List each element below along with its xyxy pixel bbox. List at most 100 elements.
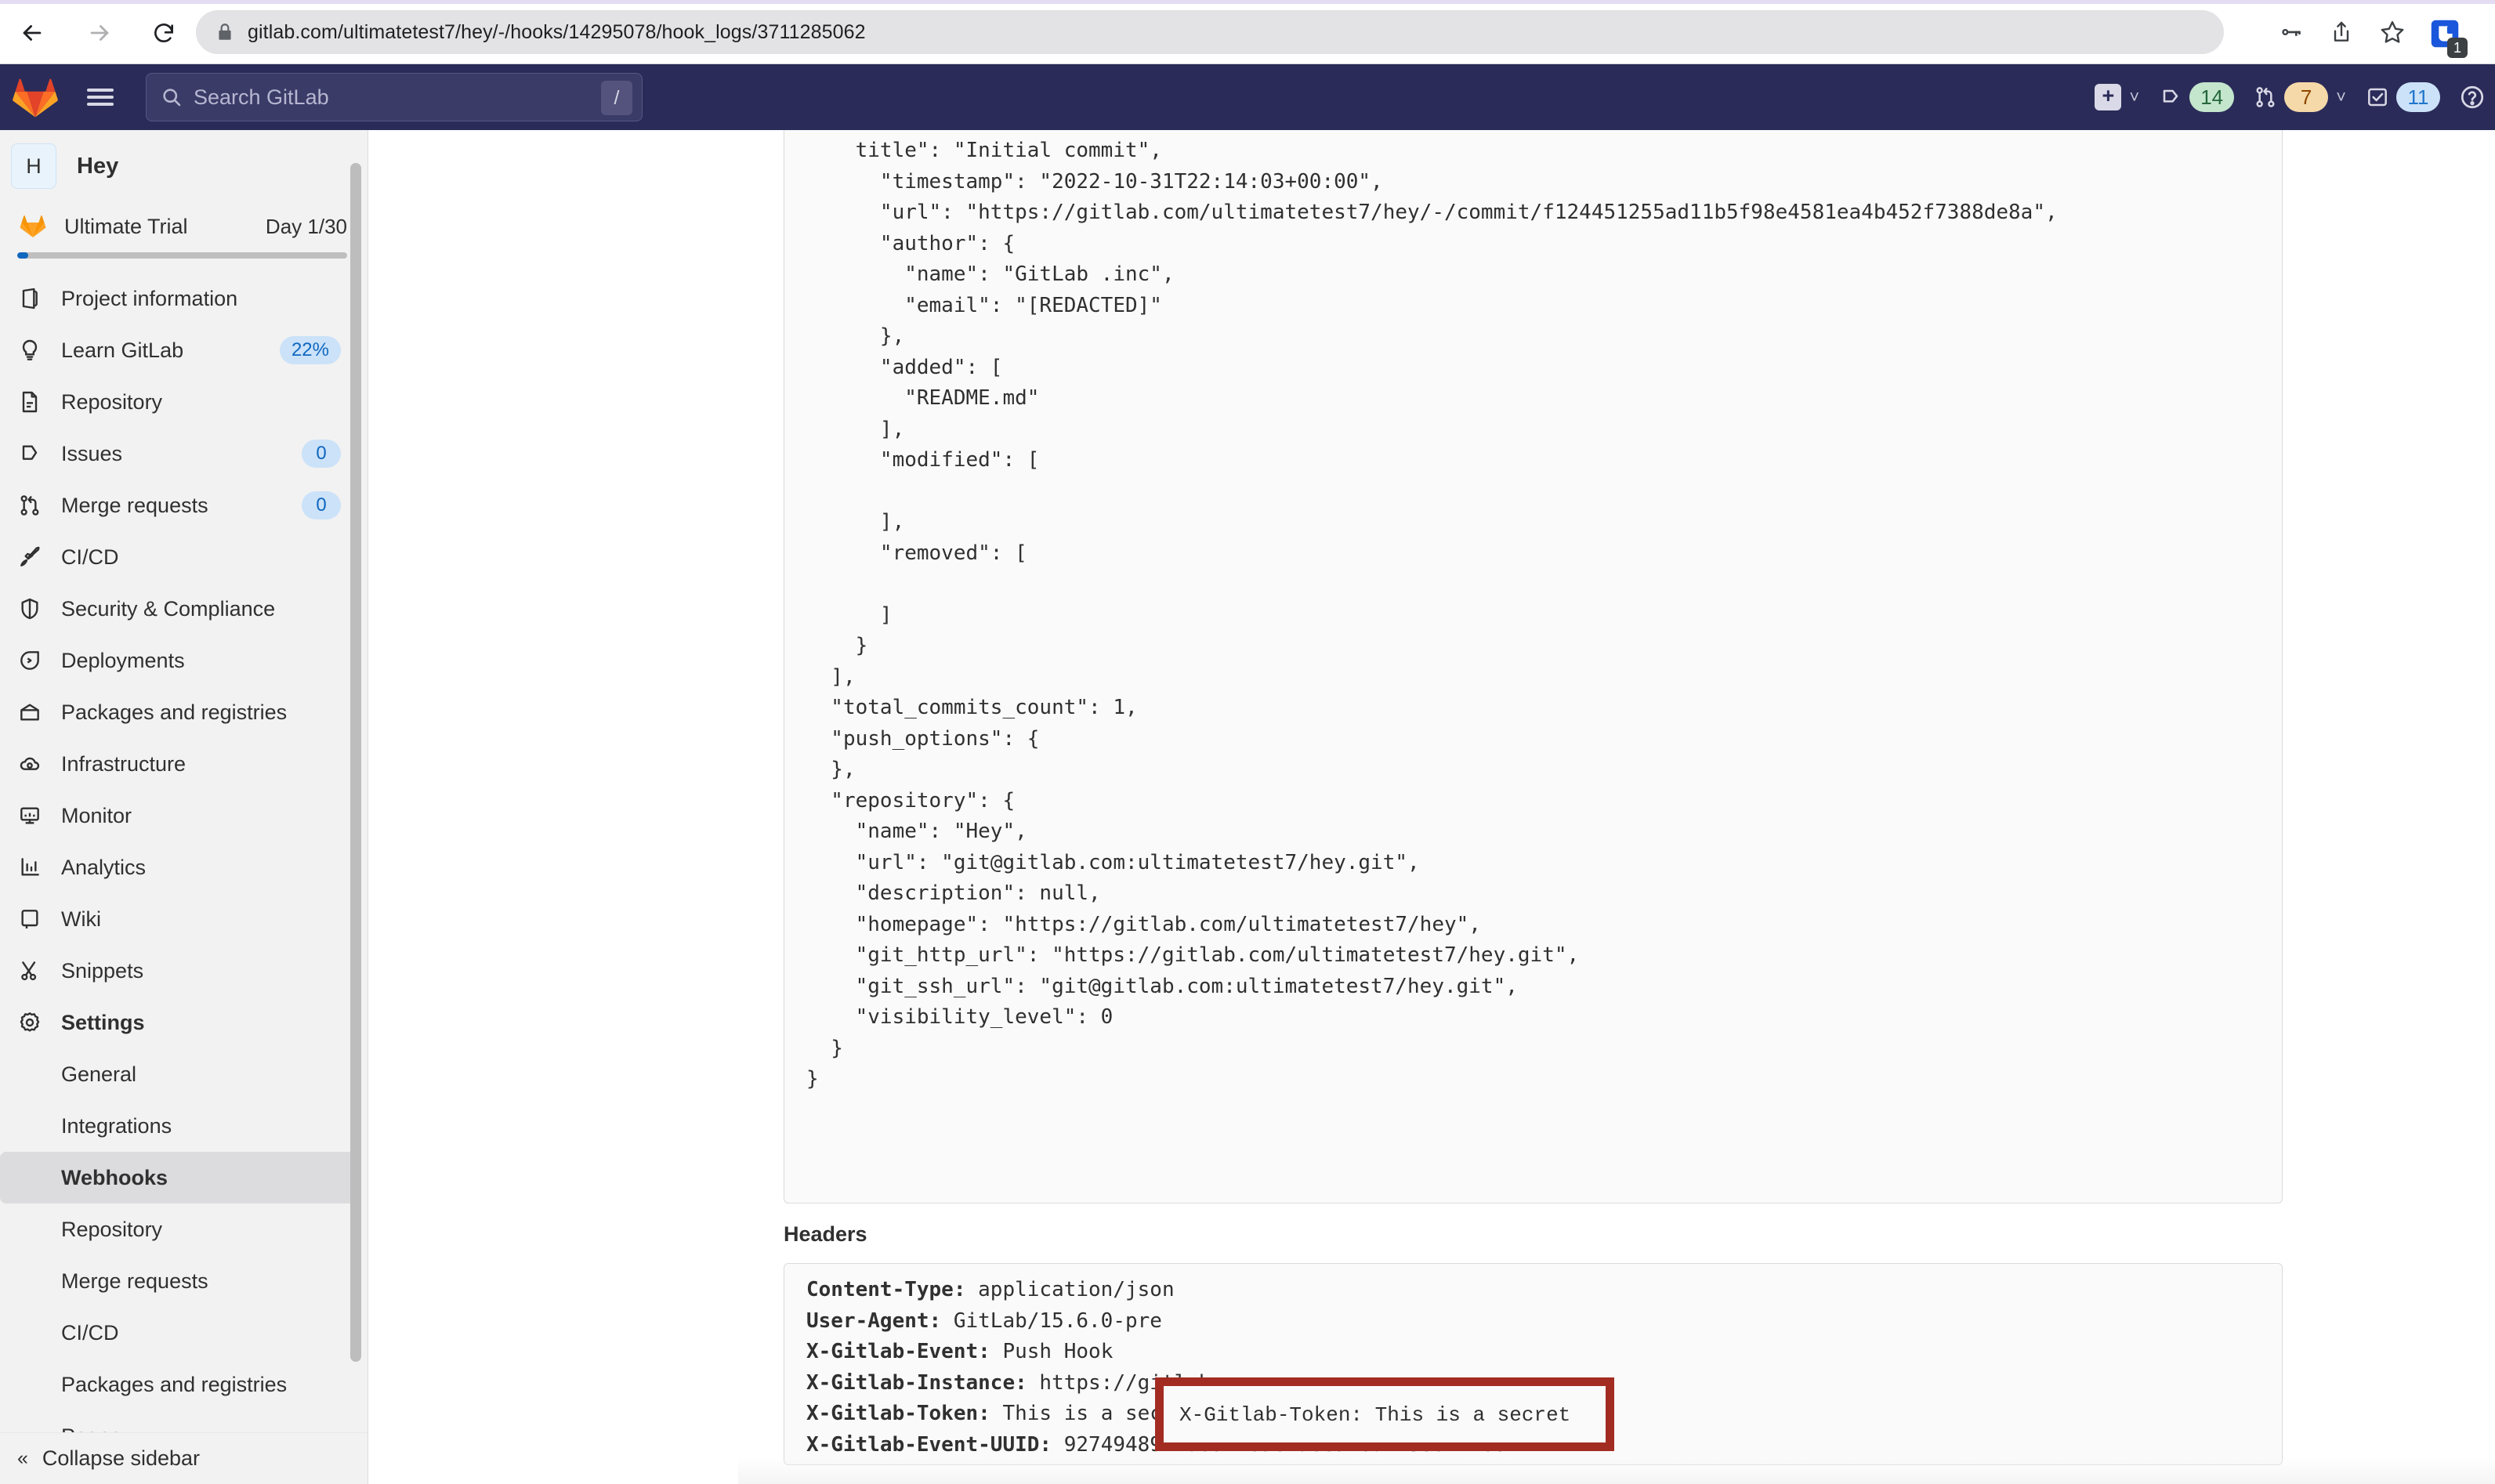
sidebar-subitem-label: Integrations [61, 1113, 172, 1138]
sidebar-subitem-packages-and-registries[interactable]: Packages and registries [0, 1359, 361, 1410]
share-icon[interactable] [2319, 10, 2363, 54]
lock-icon [215, 22, 235, 42]
gear-icon [17, 1010, 50, 1035]
sidebar-subitem-label: CI/CD [61, 1320, 119, 1345]
sidebar-scrollbar-thumb[interactable] [350, 163, 361, 1362]
help-icon [2461, 85, 2484, 109]
extension-badge: 1 [2447, 38, 2468, 58]
project-avatar: H [11, 143, 56, 189]
search-shortcut-key: / [601, 81, 632, 115]
collapse-sidebar-button[interactable]: « Collapse sidebar [0, 1432, 368, 1484]
merge-requests-count-badge: 0 [302, 491, 341, 519]
trial-progress-fill [17, 252, 28, 259]
sidebar-item-label: Packages and registries [61, 700, 288, 724]
address-bar[interactable]: gitlab.com/ultimatetest7/hey/-/hooks/142… [196, 10, 2224, 54]
help-button[interactable] [2450, 64, 2495, 130]
reload-icon [154, 24, 173, 43]
header-key: Content-Type: [806, 1278, 966, 1301]
sidebar-item-monitor[interactable]: Monitor [0, 790, 361, 842]
tabstrip-edge [0, 0, 2495, 4]
search-placeholder: Search GitLab [194, 85, 329, 109]
sidebar-item-repository[interactable]: Repository [0, 376, 361, 428]
sidebar-item-snippets[interactable]: Snippets [0, 945, 361, 997]
issues-count-badge: 14 [2189, 82, 2235, 112]
browser-extension-icon[interactable]: 1 [2427, 16, 2468, 58]
request-body-card: title": "Initial commit", "timestamp": "… [784, 130, 2283, 1203]
search-icon [161, 86, 183, 108]
trial-day-counter: Day 1/30 [265, 214, 347, 238]
sidebar-item-wiki[interactable]: Wiki [0, 893, 361, 945]
trial-label: Ultimate Trial [64, 214, 188, 238]
merge-requests-button[interactable]: 7 ˅ [2243, 64, 2356, 130]
search-input[interactable]: Search GitLab / [146, 73, 643, 121]
todo-check-icon [2368, 88, 2387, 107]
sidebar-item-settings[interactable]: Settings [0, 997, 361, 1048]
back-button[interactable] [11, 13, 53, 53]
header-key: User-Agent: [806, 1308, 942, 1333]
sidebar-item-project-information[interactable]: Project information [0, 273, 361, 324]
gitlab-logo-icon[interactable] [13, 74, 58, 120]
chart-icon [17, 855, 50, 880]
reload-button[interactable] [143, 13, 185, 53]
deployments-icon [17, 648, 50, 673]
sidebar-subitem-merge-requests[interactable]: Merge requests [0, 1255, 361, 1307]
forward-button[interactable] [78, 13, 121, 53]
sidebar-item-deployments[interactable]: Deployments [0, 635, 361, 686]
sidebar-item-label: Merge requests [61, 493, 208, 517]
sidebar-item-label: Snippets [61, 958, 144, 983]
todos-button[interactable]: 11 [2356, 64, 2450, 130]
sidebar-item-analytics[interactable]: Analytics [0, 842, 361, 893]
sidebar-item-packages-and-registries[interactable]: Packages and registries [0, 686, 361, 738]
sidebar-item-label: CI/CD [61, 545, 119, 569]
sidebar-item-learn-gitlab[interactable]: Learn GitLab 22% [0, 324, 361, 376]
sidebar-subitem-repository[interactable]: Repository [0, 1203, 361, 1255]
sidebar-item-merge-requests[interactable]: Merge requests 0 [0, 480, 361, 531]
collapse-sidebar-label: Collapse sidebar [42, 1446, 201, 1470]
sidebar-subitem-general[interactable]: General [0, 1048, 361, 1100]
header-key: X-Gitlab-Event: [806, 1340, 990, 1363]
page-bottom-band [738, 1457, 2495, 1484]
trial-tanuki-icon [17, 212, 49, 241]
sidebar-item-label: Infrastructure [61, 751, 186, 776]
project-name: Hey [77, 153, 119, 179]
trial-progress-bar [17, 252, 347, 259]
header-key: X-Gitlab-Event-UUID: [806, 1432, 1052, 1457]
plus-icon: + [2095, 84, 2122, 110]
todos-count-badge: 11 [2396, 82, 2440, 112]
trial-status[interactable]: Ultimate Trial Day 1/30 [0, 202, 368, 251]
browser-chrome: gitlab.com/ultimatetest7/hey/-/hooks/142… [0, 0, 2495, 64]
headers-section-title: Headers [784, 1222, 867, 1246]
sidebar-subitem-label: Repository [61, 1217, 163, 1241]
sidebar-subitem-cicd[interactable]: CI/CD [0, 1307, 361, 1359]
document-icon [17, 389, 50, 414]
sidebar-subitem-integrations[interactable]: Integrations [0, 1100, 361, 1152]
issues-button[interactable]: 14 [2149, 64, 2243, 130]
rocket-icon [17, 545, 50, 570]
hamburger-icon[interactable] [78, 75, 122, 119]
sidebar-subitem-label: General [61, 1062, 137, 1086]
navbar-actions: + ˅ 14 7 ˅ 11 [2085, 64, 2495, 130]
shield-icon [17, 596, 50, 621]
token-highlight-text: X-Gitlab-Token: This is a secret [1179, 1403, 1571, 1427]
merge-request-icon [17, 493, 50, 518]
package-icon [17, 700, 50, 725]
key-icon[interactable] [2269, 10, 2312, 54]
project-header[interactable]: H Hey [0, 130, 368, 202]
sidebar-item-label: Project information [61, 286, 238, 310]
webhook-log-detail: title": "Initial commit", "timestamp": "… [369, 130, 2495, 1484]
new-item-button[interactable]: + ˅ [2085, 64, 2149, 130]
sidebar-item-security-compliance[interactable]: Security & Compliance [0, 583, 361, 635]
sidebar-item-infrastructure[interactable]: Infrastructure [0, 738, 361, 790]
chevron-down-icon: ˅ [2129, 87, 2140, 107]
url-text: gitlab.com/ultimatetest7/hey/-/hooks/142… [248, 20, 866, 43]
sidebar-subitem-webhooks[interactable]: Webhooks [0, 1152, 361, 1203]
header-value: Push Hook [990, 1340, 1114, 1363]
snippet-icon [17, 958, 50, 983]
sidebar-scrollbar[interactable] [350, 135, 361, 1435]
issues-count-badge: 0 [302, 440, 341, 468]
sidebar-item-cicd[interactable]: CI/CD [0, 531, 361, 583]
monitor-icon [17, 803, 50, 828]
project-sidebar: H Hey Ultimate Trial Day 1/30 Project in… [0, 130, 368, 1484]
star-icon[interactable] [2370, 10, 2414, 54]
sidebar-item-issues[interactable]: Issues 0 [0, 428, 361, 480]
